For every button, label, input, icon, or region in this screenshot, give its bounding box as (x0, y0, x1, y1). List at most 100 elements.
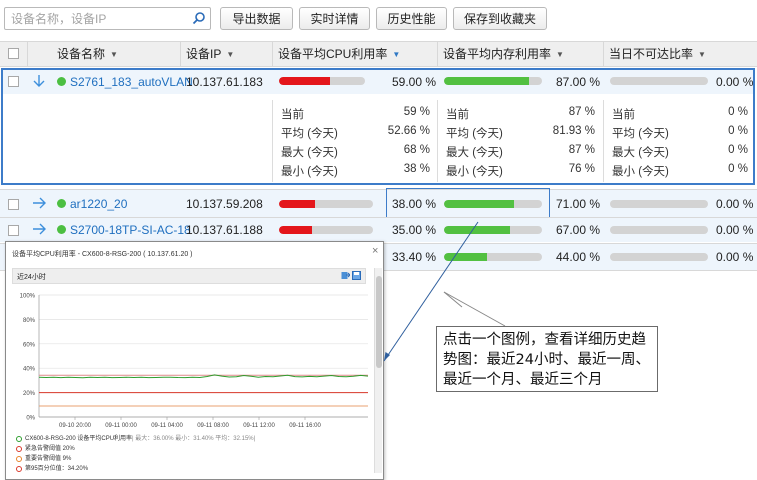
x-tick-label: 09-11 04:00 (151, 423, 183, 429)
device-ip: 10.137.59.208 (186, 197, 263, 211)
search-input[interactable] (5, 8, 185, 29)
unreachable-bar (610, 226, 708, 234)
device-name-link[interactable]: S2761_183_autoVLAN (70, 75, 193, 89)
detail-value-mem: 87 % (568, 144, 595, 156)
cpu-bar (279, 200, 373, 208)
memory-bar (444, 253, 542, 261)
search-box[interactable] (4, 7, 211, 30)
scrollbar-thumb[interactable] (376, 276, 382, 368)
legend-marker (16, 456, 22, 462)
legend-marker (16, 446, 22, 452)
detail-value-cpu: 52.66 % (387, 125, 430, 137)
x-tick-label: 09-11 00:00 (105, 423, 137, 429)
table-header: 设备名称 ▼ 设备IP ▼ 设备平均CPU利用率 ▼ 设备平均内存利用率 ▼ 当日不可达… (0, 41, 757, 67)
unreachable-value: 0.00 % (716, 197, 754, 211)
export-data-button[interactable]: 导出数据 (220, 7, 293, 30)
device-name-link[interactable]: ar1220_20 (70, 197, 127, 211)
y-tick-label: 40% (23, 367, 36, 373)
unreachable-bar (610, 253, 708, 261)
legend-item[interactable]: 第95百分位值：34.20% (16, 464, 368, 474)
select-all-checkbox[interactable] (8, 48, 19, 59)
column-header-memory[interactable]: 设备平均内存利用率 ▼ (443, 42, 564, 66)
memory-bar[interactable] (444, 200, 542, 208)
chart-legend: CX600-8-RSG-200 设备平均CPU利用率 | 最大：36.00% 最… (16, 434, 368, 474)
x-tick-label: 09-11 08:00 (197, 423, 229, 429)
column-header-ip[interactable]: 设备IP ▼ (186, 42, 234, 66)
column-header-name[interactable]: 设备名称 ▼ (57, 42, 118, 66)
column-header-unreachable[interactable]: 当日不可达比率 ▼ (609, 42, 706, 66)
x-tick-label: 09-11 12:00 (243, 423, 275, 429)
row-checkbox[interactable] (8, 225, 19, 236)
annotation-callout: 点击一个图例，查看详细历史趋势图：最近24小时、最近一周、最近一个月、最近三个月 (436, 326, 658, 392)
unreachable-value: 0.00 % (716, 75, 754, 89)
collapse-arrow-icon[interactable] (32, 74, 46, 88)
detail-value-mem: 76 % (568, 163, 595, 175)
tab-bar (12, 268, 366, 284)
legend-label: 重要告警阈值 9% (25, 456, 72, 462)
legend-label: 第95百分位值：34.20% (25, 466, 89, 472)
x-tick-label: 09-11 16:00 (289, 423, 321, 429)
column-header-cpu[interactable]: 设备平均CPU利用率 ▼ (278, 42, 400, 66)
y-tick-label: 80% (23, 318, 36, 324)
detail-label: 最大 (今天) (281, 147, 338, 159)
close-icon[interactable]: × (372, 245, 378, 257)
unreachable-value: 0.00 % (716, 250, 754, 264)
detail-label: 最小 (今天) (612, 166, 669, 178)
search-icon[interactable] (192, 11, 206, 25)
legend-item[interactable]: CX600-8-RSG-200 设备平均CPU利用率 | 最大：36.00% 最… (16, 434, 368, 444)
memory-value: 71.00 % (556, 197, 601, 211)
status-online-icon (57, 77, 66, 86)
detail-value-mem: 81.93 % (552, 125, 595, 137)
cpu-value: 33.40 % (392, 250, 437, 264)
cpu-bar (279, 77, 365, 85)
detail-label: 平均 (今天) (281, 128, 338, 140)
x-tick-label: 09-10 20:00 (59, 423, 92, 429)
memory-bar-fill (444, 200, 514, 208)
detail-label: 最小 (今天) (446, 166, 503, 178)
cpu-bar-fill (279, 200, 315, 208)
popup-scrollbar[interactable] (374, 268, 382, 473)
cpu-bar-fill (279, 77, 330, 85)
y-tick-label: 0% (26, 416, 35, 422)
save-icon[interactable] (352, 271, 361, 280)
detail-label: 当前 (446, 109, 469, 121)
memory-value: 44.00 % (556, 250, 601, 264)
row-checkbox[interactable] (8, 199, 19, 210)
memory-bar-fill (444, 77, 530, 85)
legend-item[interactable]: 重要告警阈值 9% (16, 454, 368, 464)
legend-label: 紧急告警阈值 20% (25, 446, 75, 452)
detail-value-unreach: 0 % (728, 163, 748, 175)
status-online-icon (57, 225, 66, 234)
detail-label: 最大 (今天) (612, 147, 669, 159)
expand-arrow-icon[interactable] (32, 222, 47, 236)
detail-label: 当前 (612, 109, 635, 121)
legend-item[interactable]: 紧急告警阈值 20% (16, 444, 368, 454)
detail-value-cpu: 38 % (403, 163, 430, 175)
legend-stats: | 最大：36.00% 最小：31.40% 平均：32.15%| (132, 436, 256, 442)
memory-bar (444, 77, 542, 85)
device-ip: 10.137.61.183 (186, 75, 263, 89)
detail-label: 平均 (今天) (612, 128, 669, 140)
cpu-value: 59.00 % (392, 75, 437, 89)
save-to-favorites-button[interactable]: 保存到收藏夹 (453, 7, 547, 30)
y-tick-label: 100% (20, 294, 36, 300)
device-name-link[interactable]: S2700-18TP-SI-AC-18 (70, 223, 191, 237)
realtime-details-button[interactable]: 实时详情 (299, 7, 370, 30)
expand-arrow-icon[interactable] (32, 196, 47, 210)
row-checkbox[interactable] (8, 76, 19, 87)
y-tick-label: 20% (23, 391, 36, 397)
memory-bar-fill (444, 253, 488, 261)
unreachable-bar (610, 77, 708, 85)
unreachable-bar (610, 200, 708, 208)
history-performance-button[interactable]: 历史性能 (376, 7, 447, 30)
unreachable-value: 0.00 % (716, 223, 754, 237)
cpu-history-chart[interactable]: 100% 80% 60% 40% 20% 0% 09-10 20:00 09-11 00:00… (6, 286, 372, 432)
detail-label: 最大 (今天) (446, 147, 503, 159)
memory-value: 87.00 % (556, 75, 601, 89)
detail-value-unreach: 0 % (728, 144, 748, 156)
tab-last-24-hours[interactable]: 近24小时 (17, 272, 46, 282)
detail-value-cpu: 68 % (403, 144, 430, 156)
history-chart-popup[interactable]: 设备平均CPU利用率 - CX600-8-RSG-200 ( 10.137.61… (5, 241, 384, 480)
detail-value-mem: 87 % (568, 106, 595, 118)
export-icon[interactable] (341, 271, 350, 280)
